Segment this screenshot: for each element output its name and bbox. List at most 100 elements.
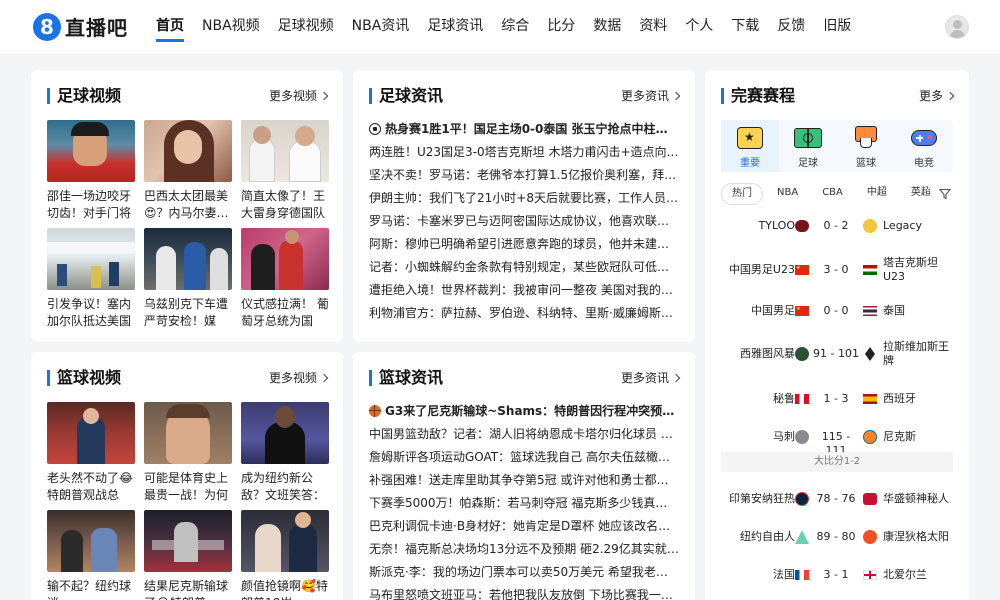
news-item[interactable]: 詹姆斯评各项运动GOAT：篮球选我自己 高尔夫伍兹橄榄球… xyxy=(369,446,679,469)
category-important[interactable]: ★ 重要 xyxy=(721,120,779,172)
news-item[interactable]: 罗马诺：卡塞米罗已与迈阿密国际达成协议，他喜欢联手梅西… xyxy=(369,210,679,233)
match-row[interactable]: 法国 3 - 1 北爱尔兰 xyxy=(717,568,957,582)
northern-ireland-flag-icon xyxy=(863,570,877,580)
match-row[interactable]: 马刺 115 - 111 尼克斯 xyxy=(717,430,957,457)
top-header: 8 直播吧 首页 NBA视频 足球视频 NBA资讯 足球资讯 综合 比分 数据 … xyxy=(0,0,1000,54)
team-logo-icon xyxy=(863,219,877,233)
match-row[interactable]: 中国男足 ★ 0 - 0 泰国 xyxy=(717,304,957,318)
category-basketball[interactable]: 篮球 xyxy=(837,120,895,172)
video-caption: 老头然不动了😂特朗普观战总决… xyxy=(47,471,134,502)
tab-hot[interactable]: 热门 xyxy=(721,183,763,205)
news-item[interactable]: 记者：小蜘蛛解约金条款有特别规定，某些欧冠队可低于1.5亿… xyxy=(369,256,679,279)
more-schedule-link[interactable]: 更多 xyxy=(919,84,955,108)
video-item[interactable]: 巴西太太团最美😍？内马尔妻… xyxy=(144,120,232,222)
news-item[interactable]: 伊朗主帅：我们飞了21小时+8天后就要比赛，工作人员仍被拒… xyxy=(369,187,679,210)
match-row[interactable]: TYLOO 0 - 2 Legacy xyxy=(717,219,957,233)
category-football[interactable]: 足球 xyxy=(779,120,837,172)
video-caption: 仪式感拉满！ 葡萄牙总统为国家… xyxy=(241,297,329,328)
news-item[interactable]: 巴克利调侃卡迪·B身材好：她肯定是D罩杯 她应该改名为卡迪·D xyxy=(369,515,679,538)
video-caption: 可能是体育史上最贵一战！为何场… xyxy=(144,471,229,502)
news-item[interactable]: 马布里怒喷文班亚马：若他把我队友放倒 下场比赛我一定狠狠… xyxy=(369,584,679,600)
video-item[interactable]: 输不起？纽约球迷 xyxy=(47,510,135,600)
news-item[interactable]: 利物浦官方：萨拉赫、罗伯逊、科纳特、里斯·威廉姆斯离队 xyxy=(369,302,679,325)
more-news-link[interactable]: 更多资讯 xyxy=(621,366,681,390)
soccer-ball-icon xyxy=(369,123,381,135)
nav-item-info[interactable]: 资料 xyxy=(630,0,676,54)
news-item[interactable]: 遭拒绝入境！世界杯裁判：我被审问一整夜 美国对我的国家有… xyxy=(369,279,679,302)
tab-epl[interactable]: 英超 xyxy=(901,183,931,205)
video-item[interactable]: 老头然不动了😂特朗普观战总决… xyxy=(47,402,135,504)
match-row[interactable]: 印第安纳狂热 78 - 76 华盛顿神秘人 xyxy=(717,492,957,506)
nav-item-football-news[interactable]: 足球资讯 xyxy=(418,0,492,54)
video-thumbnail xyxy=(144,402,232,464)
news-item[interactable]: 无奈！福克斯总决场均13分远不及预期 砸2.29亿其实就要他关… xyxy=(369,538,679,561)
main-nav: 首页 NBA视频 足球视频 NBA资讯 足球资讯 综合 比分 数据 资料 个人 … xyxy=(156,0,860,54)
more-videos-link[interactable]: 更多视频 xyxy=(269,84,329,108)
nav-item-feedback[interactable]: 反馈 xyxy=(768,0,814,54)
news-item[interactable]: 补强困难！送走库里助其争夺第5冠 或许对他和勇士都是更好… xyxy=(369,469,679,492)
news-item-headline[interactable]: G3来了尼克斯输球~Shams：特朗普因行程冲突预计不会… xyxy=(369,400,679,423)
card-title: 足球资讯 xyxy=(369,84,443,108)
video-item[interactable]: 结果尼克斯输球了😂特朗普 xyxy=(144,510,232,600)
team-logo-icon xyxy=(795,220,809,232)
video-item[interactable]: 简直太像了！王大雷身穿德国队8… xyxy=(241,120,329,222)
news-item[interactable]: 中国男篮劲敌？记者：湖人旧将纳恩成卡塔尔归化球员 双方签… xyxy=(369,423,679,446)
team-logo-icon xyxy=(795,430,809,444)
match-row[interactable]: 中国男足U23 ★ 3 - 0 塔吉克斯坦U23 xyxy=(717,256,957,284)
video-caption: 邵佳一场边咬牙切齿！对手门将出… xyxy=(47,189,132,220)
video-caption: 结果尼克斯输球了😂特朗普 xyxy=(144,579,229,600)
team-logo-icon xyxy=(863,430,877,444)
card-title: 完赛赛程 xyxy=(721,84,795,108)
video-item[interactable]: 邵佳一场边咬牙切齿！对手门将出… xyxy=(47,120,135,222)
nav-item-scores[interactable]: 比分 xyxy=(538,0,584,54)
video-item[interactable]: 乌兹别克下车遭严苛安检！媒体：… xyxy=(144,228,232,330)
chevron-right-icon xyxy=(319,373,329,383)
team-logo-icon xyxy=(863,530,877,544)
tab-csl[interactable]: 中超 xyxy=(857,183,897,205)
category-esports[interactable]: 电竞 xyxy=(895,120,953,172)
thailand-flag-icon xyxy=(863,306,877,316)
match-row[interactable]: 纽约自由人 89 - 80 康涅狄格太阳 xyxy=(717,530,957,544)
filter-icon[interactable] xyxy=(939,188,951,200)
video-caption: 颜值抢镜啊🥰特朗普18岁 xyxy=(241,579,328,600)
chevron-right-icon xyxy=(671,373,681,383)
news-item[interactable]: 阿斯：穆帅已明确希望引进愿意奔跑的球员，他并未建议签奥… xyxy=(369,233,679,256)
card-title: 篮球视频 xyxy=(47,366,121,390)
news-item[interactable]: 下赛季5000万！帕森斯：若马刺夺冠 福克斯多少钱真的重… xyxy=(369,492,679,515)
nav-item-nba-video[interactable]: NBA视频 xyxy=(193,0,269,54)
user-avatar-icon[interactable] xyxy=(945,15,969,39)
news-item[interactable]: 坚决不卖！罗马诺：老佛爷本打算1.5亿报价奥利塞，拜仁劝他… xyxy=(369,164,679,187)
match-row[interactable]: 西雅图风暴 91 - 101 拉斯维加斯王牌 xyxy=(717,340,957,368)
site-logo[interactable]: 8 直播吧 xyxy=(33,12,128,41)
video-item[interactable]: 颜值抢镜啊🥰特朗普18岁 xyxy=(241,510,329,600)
tab-nba[interactable]: NBA xyxy=(767,183,808,205)
card-title: 篮球资讯 xyxy=(369,366,443,390)
news-item[interactable]: 斯派克·李：我的场边门票本可以卖50万美元 希望我老婆没看到 xyxy=(369,561,679,584)
news-item[interactable]: 两连胜！U23国足3-0塔吉克斯坦 木塔力甫闪击+造点向余望点射 xyxy=(369,141,679,164)
nav-item-old-version[interactable]: 旧版 xyxy=(814,0,860,54)
video-thumbnail xyxy=(144,510,232,572)
aggregate-score-badge: 大比分1-2 xyxy=(721,452,953,472)
nav-item-general[interactable]: 综合 xyxy=(492,0,538,54)
video-thumbnail xyxy=(47,228,135,290)
nav-item-data[interactable]: 数据 xyxy=(584,0,630,54)
nav-item-download[interactable]: 下载 xyxy=(722,0,768,54)
video-item[interactable]: 引发争议！塞内加尔队抵达美国后… xyxy=(47,228,135,330)
match-row[interactable]: 秘鲁 1 - 3 西班牙 xyxy=(717,392,957,406)
nav-item-football-video[interactable]: 足球视频 xyxy=(269,0,343,54)
nav-item-nba-news[interactable]: NBA资讯 xyxy=(343,0,419,54)
video-item[interactable]: 成为纽约新公敌？文班笑答：或许… xyxy=(241,402,329,504)
video-item[interactable]: 仪式感拉满！ 葡萄牙总统为国家… xyxy=(241,228,329,330)
video-item[interactable]: 可能是体育史上最贵一战！为何场… xyxy=(144,402,232,504)
news-item-headline[interactable]: 热身赛1胜1平！国足主场0-0泰国 张玉宁抢点中柱国足24… xyxy=(369,118,679,141)
more-news-link[interactable]: 更多资讯 xyxy=(621,84,681,108)
basketball-video-card: 篮球视频 更多视频 老头然不动了😂特朗普观战总决… 可能是体育史上最贵一战！为何… xyxy=(31,352,343,600)
football-news-card: 足球资讯 更多资讯 热身赛1胜1平！国足主场0-0泰国 张玉宁抢点中柱国足24…… xyxy=(353,70,695,342)
tab-cba[interactable]: CBA xyxy=(812,183,853,205)
nav-item-personal[interactable]: 个人 xyxy=(676,0,722,54)
nav-item-home[interactable]: 首页 xyxy=(156,0,193,54)
peru-flag-icon xyxy=(795,394,809,404)
chevron-right-icon xyxy=(945,91,955,101)
gamepad-icon xyxy=(910,126,938,150)
more-videos-link[interactable]: 更多视频 xyxy=(269,366,329,390)
